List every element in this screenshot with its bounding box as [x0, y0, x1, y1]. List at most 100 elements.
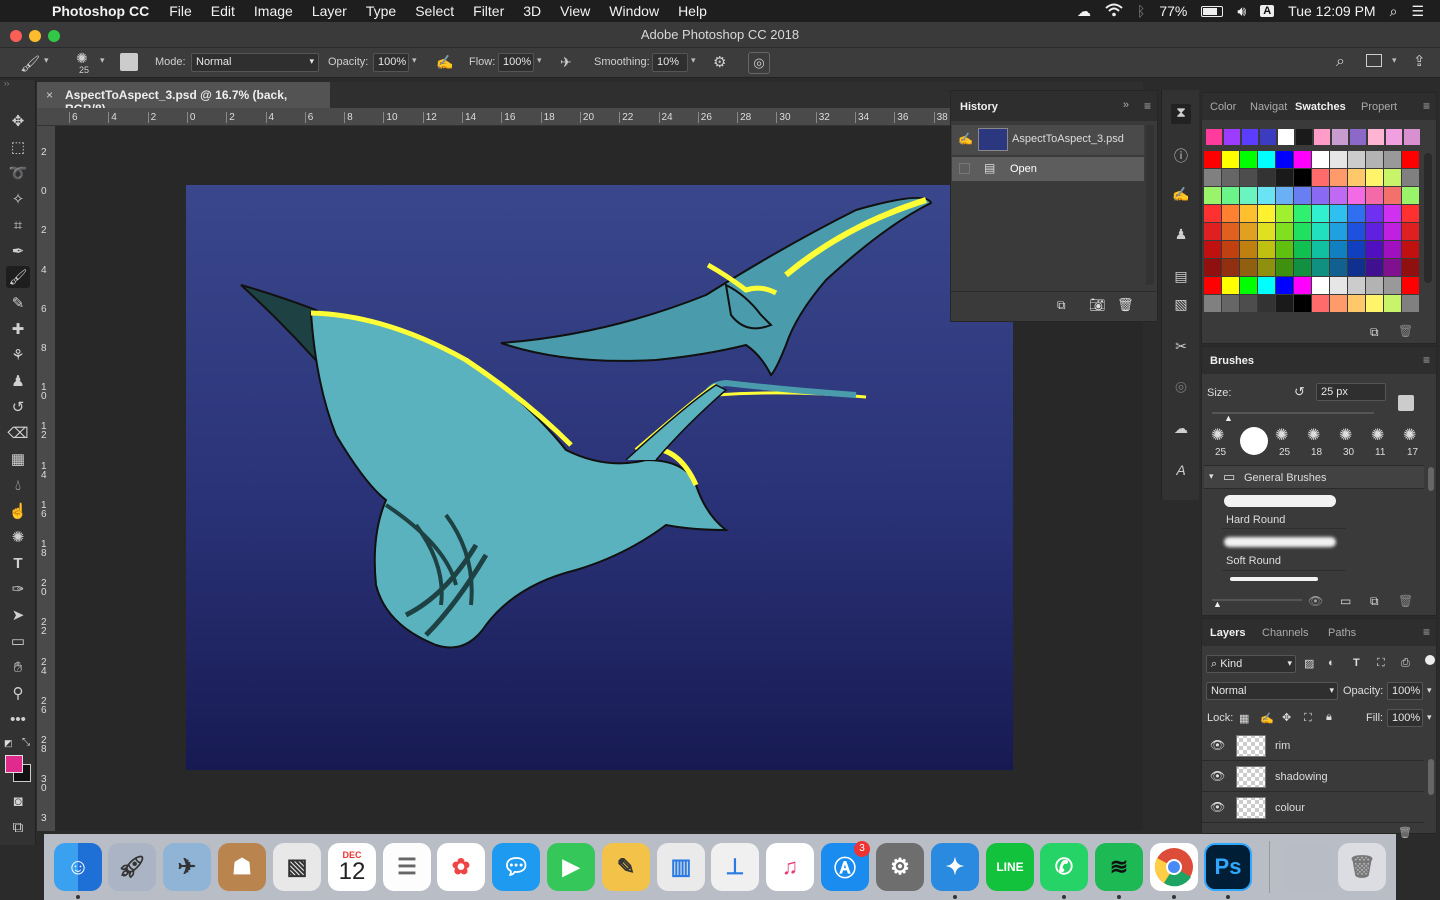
color-swatch[interactable] [1366, 259, 1383, 276]
blend-mode-select[interactable]: Normal ▾ [1206, 682, 1338, 700]
smoothing-input[interactable]: 10% [652, 53, 688, 72]
color-swatch[interactable] [1222, 151, 1239, 168]
safari-icon[interactable]: ✦ [931, 843, 979, 891]
color-swatch[interactable] [1384, 223, 1401, 240]
lock-position-icon[interactable]: ✥ [1282, 711, 1291, 724]
color-swatch[interactable] [1366, 277, 1383, 294]
color-swatch[interactable] [1242, 129, 1258, 145]
new-swatch-icon[interactable]: ⧉ [1370, 325, 1379, 340]
color-swatch[interactable] [1294, 151, 1311, 168]
color-swatch[interactable] [1258, 187, 1275, 204]
color-swatch[interactable] [1260, 129, 1276, 145]
crop-tool-icon[interactable]: ⌗ [6, 214, 30, 236]
color-swatch[interactable] [1294, 295, 1311, 312]
color-swatch[interactable] [1332, 129, 1348, 145]
color-swatch[interactable] [1368, 129, 1384, 145]
color-swatch[interactable] [1204, 259, 1221, 276]
tool-preset-chevron-icon[interactable]: ▾ [44, 55, 49, 66]
color-swatch[interactable] [1258, 205, 1275, 222]
healing-brush-tool-icon[interactable]: ✚ [6, 318, 30, 340]
color-swatch[interactable] [1278, 129, 1294, 145]
color-swatch[interactable] [1312, 259, 1329, 276]
menu-3d[interactable]: 3D [523, 3, 541, 19]
new-group-icon[interactable]: ▭ [1340, 594, 1351, 608]
color-swatch[interactable] [1402, 295, 1419, 312]
facetime-icon[interactable]: ▶ [547, 843, 595, 891]
brush-preset[interactable]: ✺ 25 [1206, 425, 1234, 461]
keynote-icon[interactable]: ⊥ [711, 843, 759, 891]
color-swatch[interactable] [1276, 277, 1293, 294]
color-swatch[interactable] [1240, 259, 1257, 276]
color-swatch[interactable] [1312, 223, 1329, 240]
color-swatch[interactable] [1240, 151, 1257, 168]
color-swatch[interactable] [1276, 169, 1293, 186]
color-swatch[interactable] [1402, 205, 1419, 222]
color-swatch[interactable] [1350, 129, 1366, 145]
history-brush-tool-icon[interactable]: ↺ [6, 396, 30, 418]
layer-opacity-chevron-icon[interactable]: ▾ [1427, 685, 1432, 696]
color-swatch[interactable] [1330, 223, 1347, 240]
color-swatch[interactable] [1366, 169, 1383, 186]
menu-image[interactable]: Image [254, 3, 293, 19]
color-swatch[interactable] [1276, 151, 1293, 168]
tab-channels[interactable]: Channels [1262, 627, 1308, 639]
pencil-tool-icon[interactable]: ✎ [6, 292, 30, 314]
color-swatch[interactable] [1222, 259, 1239, 276]
lasso-tool-icon[interactable]: ➰ [6, 162, 30, 184]
color-swatch[interactable] [1204, 295, 1221, 312]
numbers-icon[interactable]: ▥ [657, 843, 705, 891]
history-snapshot-row[interactable]: ✍ AspectToAspect_3.psd [952, 125, 1144, 155]
gradient-tool-icon[interactable]: ▦ [6, 448, 30, 470]
menu-window[interactable]: Window [609, 3, 659, 19]
input-source-icon[interactable]: A [1260, 5, 1275, 17]
document-tab[interactable]: × AspectToAspect_3.psd @ 16.7% (back, RG… [37, 82, 330, 116]
brush-preset[interactable]: ✺ 11 [1366, 425, 1394, 461]
menu-help[interactable]: Help [678, 3, 707, 19]
itunes-icon[interactable]: ♫ [766, 843, 814, 891]
close-document-icon[interactable]: × [46, 88, 53, 102]
pressure-size-icon[interactable]: ◎ [748, 52, 770, 74]
color-swatch[interactable] [1258, 295, 1275, 312]
clone-source-icon[interactable]: ♟ [1171, 226, 1191, 246]
color-swatch[interactable] [1312, 277, 1329, 294]
color-swatch[interactable] [1276, 241, 1293, 258]
color-swatch[interactable] [1294, 277, 1311, 294]
flow-chevron-icon[interactable]: ▾ [537, 55, 542, 66]
color-swatch[interactable] [1366, 223, 1383, 240]
eraser-tool-icon[interactable]: ⌫ [6, 422, 30, 444]
color-swatch[interactable] [1366, 205, 1383, 222]
new-brush-icon[interactable] [1398, 395, 1414, 411]
workspace-icon[interactable] [1366, 54, 1382, 67]
color-swatch[interactable] [1258, 277, 1275, 294]
pressure-opacity-icon[interactable]: ✍ [436, 54, 453, 71]
brush-preset[interactable]: ✺ 30 [1334, 425, 1362, 461]
more-tools-icon[interactable]: ••• [6, 708, 30, 730]
create-brush-icon[interactable]: ⧉ [1370, 594, 1379, 609]
color-swatch[interactable] [1348, 259, 1365, 276]
sponge-tool-icon[interactable]: ✺ [6, 526, 30, 548]
chrome-icon[interactable] [1150, 843, 1198, 891]
menu-layer[interactable]: Layer [312, 3, 347, 19]
history-brush-source-icon[interactable]: ✍ [958, 132, 973, 146]
brush-size-slider-thumb[interactable]: ▲ [1224, 413, 1233, 423]
color-swatch[interactable] [1366, 295, 1383, 312]
color-swatch[interactable] [1276, 295, 1293, 312]
color-swatch[interactable] [1294, 187, 1311, 204]
brushes-scrollbar[interactable] [1428, 467, 1434, 491]
brush-settings-icon[interactable]: ✍ [1171, 186, 1191, 206]
smoothing-chevron-icon[interactable]: ▾ [691, 55, 696, 66]
color-swatch[interactable] [1240, 277, 1257, 294]
history-panel-icon[interactable]: ⧗ [1171, 104, 1191, 124]
color-swatch[interactable] [1402, 259, 1419, 276]
layer-visibility-eye-icon[interactable]: 👁︎ [1210, 769, 1225, 783]
paragraph-icon[interactable]: ▧ [1171, 296, 1191, 316]
swatches-scrollbar[interactable] [1424, 153, 1432, 283]
smoothing-settings-gear-icon[interactable]: ⚙ [713, 53, 726, 71]
color-swatch[interactable] [1204, 187, 1221, 204]
color-swatch[interactable] [1312, 205, 1329, 222]
color-swatch[interactable] [1386, 129, 1402, 145]
bluetooth-icon[interactable]: ᛒ [1137, 3, 1145, 19]
zoom-tool-icon[interactable]: ⚲ [6, 682, 30, 704]
color-swatch[interactable] [1224, 129, 1240, 145]
history-scrollbar[interactable] [1146, 125, 1154, 285]
